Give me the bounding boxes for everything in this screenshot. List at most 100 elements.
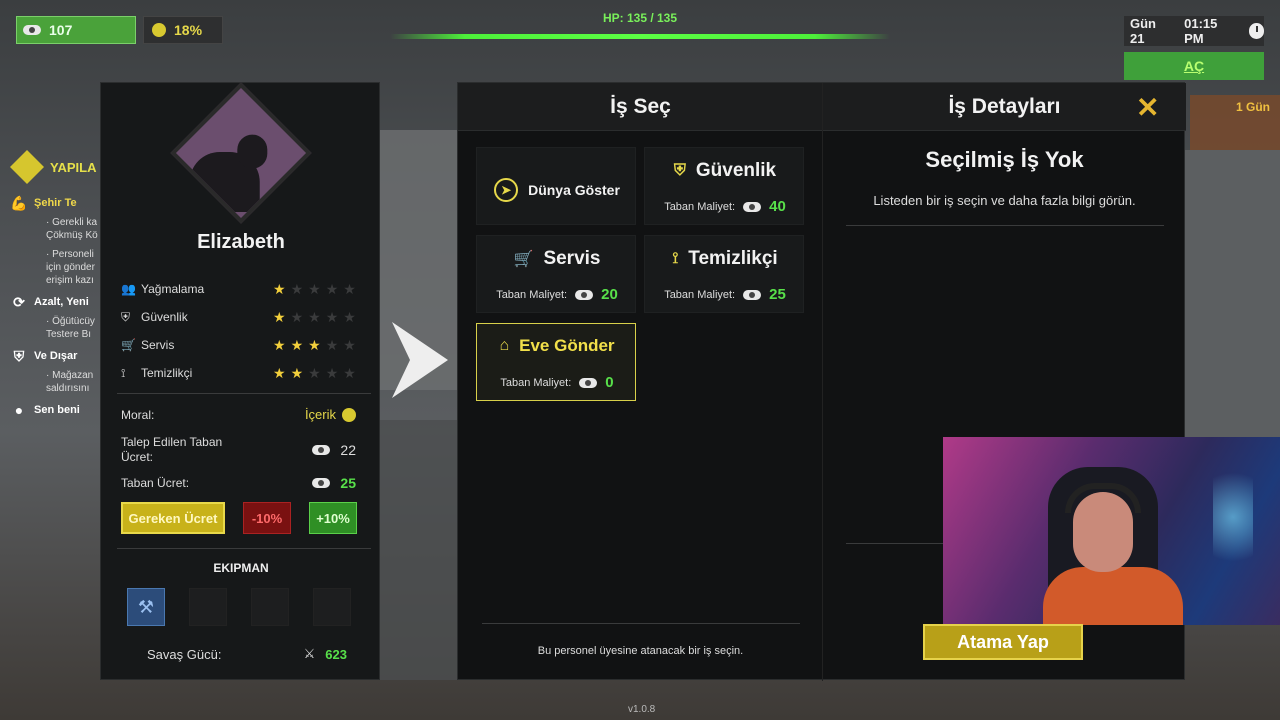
job-footer-hint: Bu personel üyesine atanacak bir iş seçi… xyxy=(537,645,744,657)
cash-icon xyxy=(743,201,762,212)
hp-bar xyxy=(390,34,890,39)
equipment-slot[interactable] xyxy=(251,588,289,626)
job-card-cleaner[interactable]: ⟟ Temizlikçi Taban Maliyet: 25 xyxy=(644,235,804,313)
mood-percent: 18% xyxy=(174,22,203,38)
quest-item[interactable]: 💪 Şehir Te · Gerekli ka Çökmüş Kö · Perso… xyxy=(10,194,110,287)
day-label: Gün 21 xyxy=(1130,16,1156,46)
close-icon[interactable]: ✕ xyxy=(1136,91,1159,124)
equipment-slots: ⚒ xyxy=(127,588,351,626)
star-empty-icon: ★ xyxy=(343,336,356,353)
cash-icon xyxy=(575,289,594,300)
star-empty-icon: ★ xyxy=(343,364,356,381)
time-label: 01:15 PM xyxy=(1184,16,1218,46)
silhouette-head xyxy=(237,134,268,169)
combat-power-label: Savaş Gücü: xyxy=(147,646,222,662)
skill-stars: ★ ★ ★ ★ ★ xyxy=(273,281,356,298)
job-name-wrap: ⌂ Eve Gönder xyxy=(477,336,637,356)
star-filled-icon: ★ xyxy=(290,364,304,381)
job-name: Eve Gönder xyxy=(519,336,615,355)
skill-stars: ★ ★ ★ ★ ★ xyxy=(273,365,356,382)
cam-person-body xyxy=(1043,567,1183,625)
requested-wage-row: Talep Edilen Taban Ücret: 22 xyxy=(121,435,356,465)
cash-icon xyxy=(312,478,331,488)
cart-icon: 🛒 xyxy=(121,338,136,352)
base-wage-row: Taban Ücret: 25 xyxy=(121,475,356,491)
star-empty-icon: ★ xyxy=(325,364,339,381)
job-cost-value: 0 xyxy=(605,374,614,391)
star-empty-icon: ★ xyxy=(343,308,356,325)
job-cost: Taban Maliyet: 25 xyxy=(645,286,805,303)
star-empty-icon: ★ xyxy=(325,336,339,353)
quest-item[interactable]: ● Sen beni xyxy=(10,401,110,419)
character-panel: Elizabeth 👥 Yağmalama ★ ★ ★ ★ ★ ⛨ Güvenlik ★… xyxy=(100,82,380,680)
equipment-slot-weapon[interactable]: ⚒ xyxy=(127,588,165,626)
job-cost: Taban Maliyet: 40 xyxy=(645,198,805,215)
cash-icon xyxy=(743,289,762,300)
job-card-security[interactable]: ⛨ Güvenlik Taban Maliyet: 40 xyxy=(644,147,804,225)
clock-icon xyxy=(1249,23,1264,39)
job-cost: Taban Maliyet: 0 xyxy=(477,374,637,391)
combat-power-row: Savaş Gücü: ⚔ 623 xyxy=(147,646,347,662)
quest-description: · Gerekli ka Çökmüş Kö · Personeli için … xyxy=(10,216,110,287)
skill-list: 👥 Yağmalama ★ ★ ★ ★ ★ ⛨ Güvenlik ★ ★ ★ ★ ★ 🛒 Ser… xyxy=(121,275,366,387)
star-empty-icon: ★ xyxy=(308,364,321,381)
combat-power-value-wrap: ⚔ 623 xyxy=(304,646,347,662)
divider xyxy=(846,225,1164,226)
skill-row-security: ⛨ Güvenlik ★ ★ ★ ★ ★ xyxy=(121,303,366,331)
weapon-icon: ⚒ xyxy=(137,596,155,617)
cash-icon xyxy=(23,25,41,35)
version-label: v1.0.8 xyxy=(628,704,656,715)
job-cost-label: Taban Maliyet: xyxy=(664,200,736,213)
job-name-wrap: ⛨ Güvenlik xyxy=(645,160,805,182)
job-card-show-world[interactable]: ➤ Dünya Göster xyxy=(476,147,636,225)
skill-row-service: 🛒 Servis ★ ★ ★ ★ ★ xyxy=(121,331,366,359)
skill-name: Güvenlik xyxy=(141,310,188,324)
base-wage-label: Taban Ücret: xyxy=(121,476,190,490)
character-portrait xyxy=(170,82,312,224)
equipment-slot[interactable] xyxy=(313,588,351,626)
background-wall-lower xyxy=(380,420,460,680)
quest-item[interactable]: ⟳ Azalt, Yeni · Öğütücüy Testere Bı xyxy=(10,293,110,341)
star-empty-icon: ★ xyxy=(325,280,339,297)
quest-title: Ve Dışar xyxy=(34,350,78,362)
star-empty-icon: ★ xyxy=(343,280,356,297)
increase-wage-button[interactable]: +10% xyxy=(309,502,357,534)
cash-icon xyxy=(312,445,331,455)
people-icon: 👥 xyxy=(121,282,136,296)
crossed-swords-icon: ⚔ xyxy=(303,646,316,661)
required-wage-button[interactable]: Gereken Ücret xyxy=(121,502,225,534)
money-value: 107 xyxy=(49,22,73,38)
job-card-service[interactable]: 🛒 Servis Taban Maliyet: 20 xyxy=(476,235,636,313)
requested-wage-value: 22 xyxy=(340,442,356,458)
quest-description: · Öğütücüy Testere Bı xyxy=(10,315,110,341)
job-cost: Taban Maliyet: 20 xyxy=(477,286,637,303)
job-card-send-home[interactable]: ⌂ Eve Gönder Taban Maliyet: 0 xyxy=(476,323,636,401)
equipment-slot[interactable] xyxy=(189,588,227,626)
skill-name: Temizlikçi xyxy=(141,366,193,380)
decrease-wage-button[interactable]: -10% xyxy=(243,502,291,534)
broom-icon: ⟟ xyxy=(121,365,126,380)
job-cost-label: Taban Maliyet: xyxy=(664,288,736,301)
quest-header[interactable]: YAPILA xyxy=(10,150,110,184)
divider xyxy=(117,548,371,549)
assign-button[interactable]: Atama Yap xyxy=(923,624,1083,660)
job-details-title: İş Detayları xyxy=(948,95,1061,118)
quest-item[interactable]: ⛨ Ve Dışar · Mağazan saldırısını xyxy=(10,347,110,395)
morale-row: Moral: İçerik xyxy=(121,407,356,422)
flex-arm-icon: 💪 xyxy=(10,194,28,211)
character-name: Elizabeth xyxy=(197,231,285,253)
background-pillar xyxy=(1185,150,1280,440)
skill-row-looting: 👥 Yağmalama ★ ★ ★ ★ ★ xyxy=(121,275,366,303)
quest-list-icon xyxy=(10,150,44,184)
base-wage-value-wrap: 25 xyxy=(312,475,356,491)
mood-display: 18% xyxy=(143,16,223,44)
shield-icon: ⛨ xyxy=(121,309,131,324)
job-name: Dünya Göster xyxy=(528,182,620,198)
quest-title: Azalt, Yeni xyxy=(34,296,89,308)
divider xyxy=(117,393,371,394)
morale-label: Moral: xyxy=(121,407,155,422)
broom-icon: ⟟ xyxy=(672,250,679,267)
star-empty-icon: ★ xyxy=(308,280,321,297)
star-filled-icon: ★ xyxy=(273,308,286,325)
quest-title: Şehir Te xyxy=(34,197,77,209)
